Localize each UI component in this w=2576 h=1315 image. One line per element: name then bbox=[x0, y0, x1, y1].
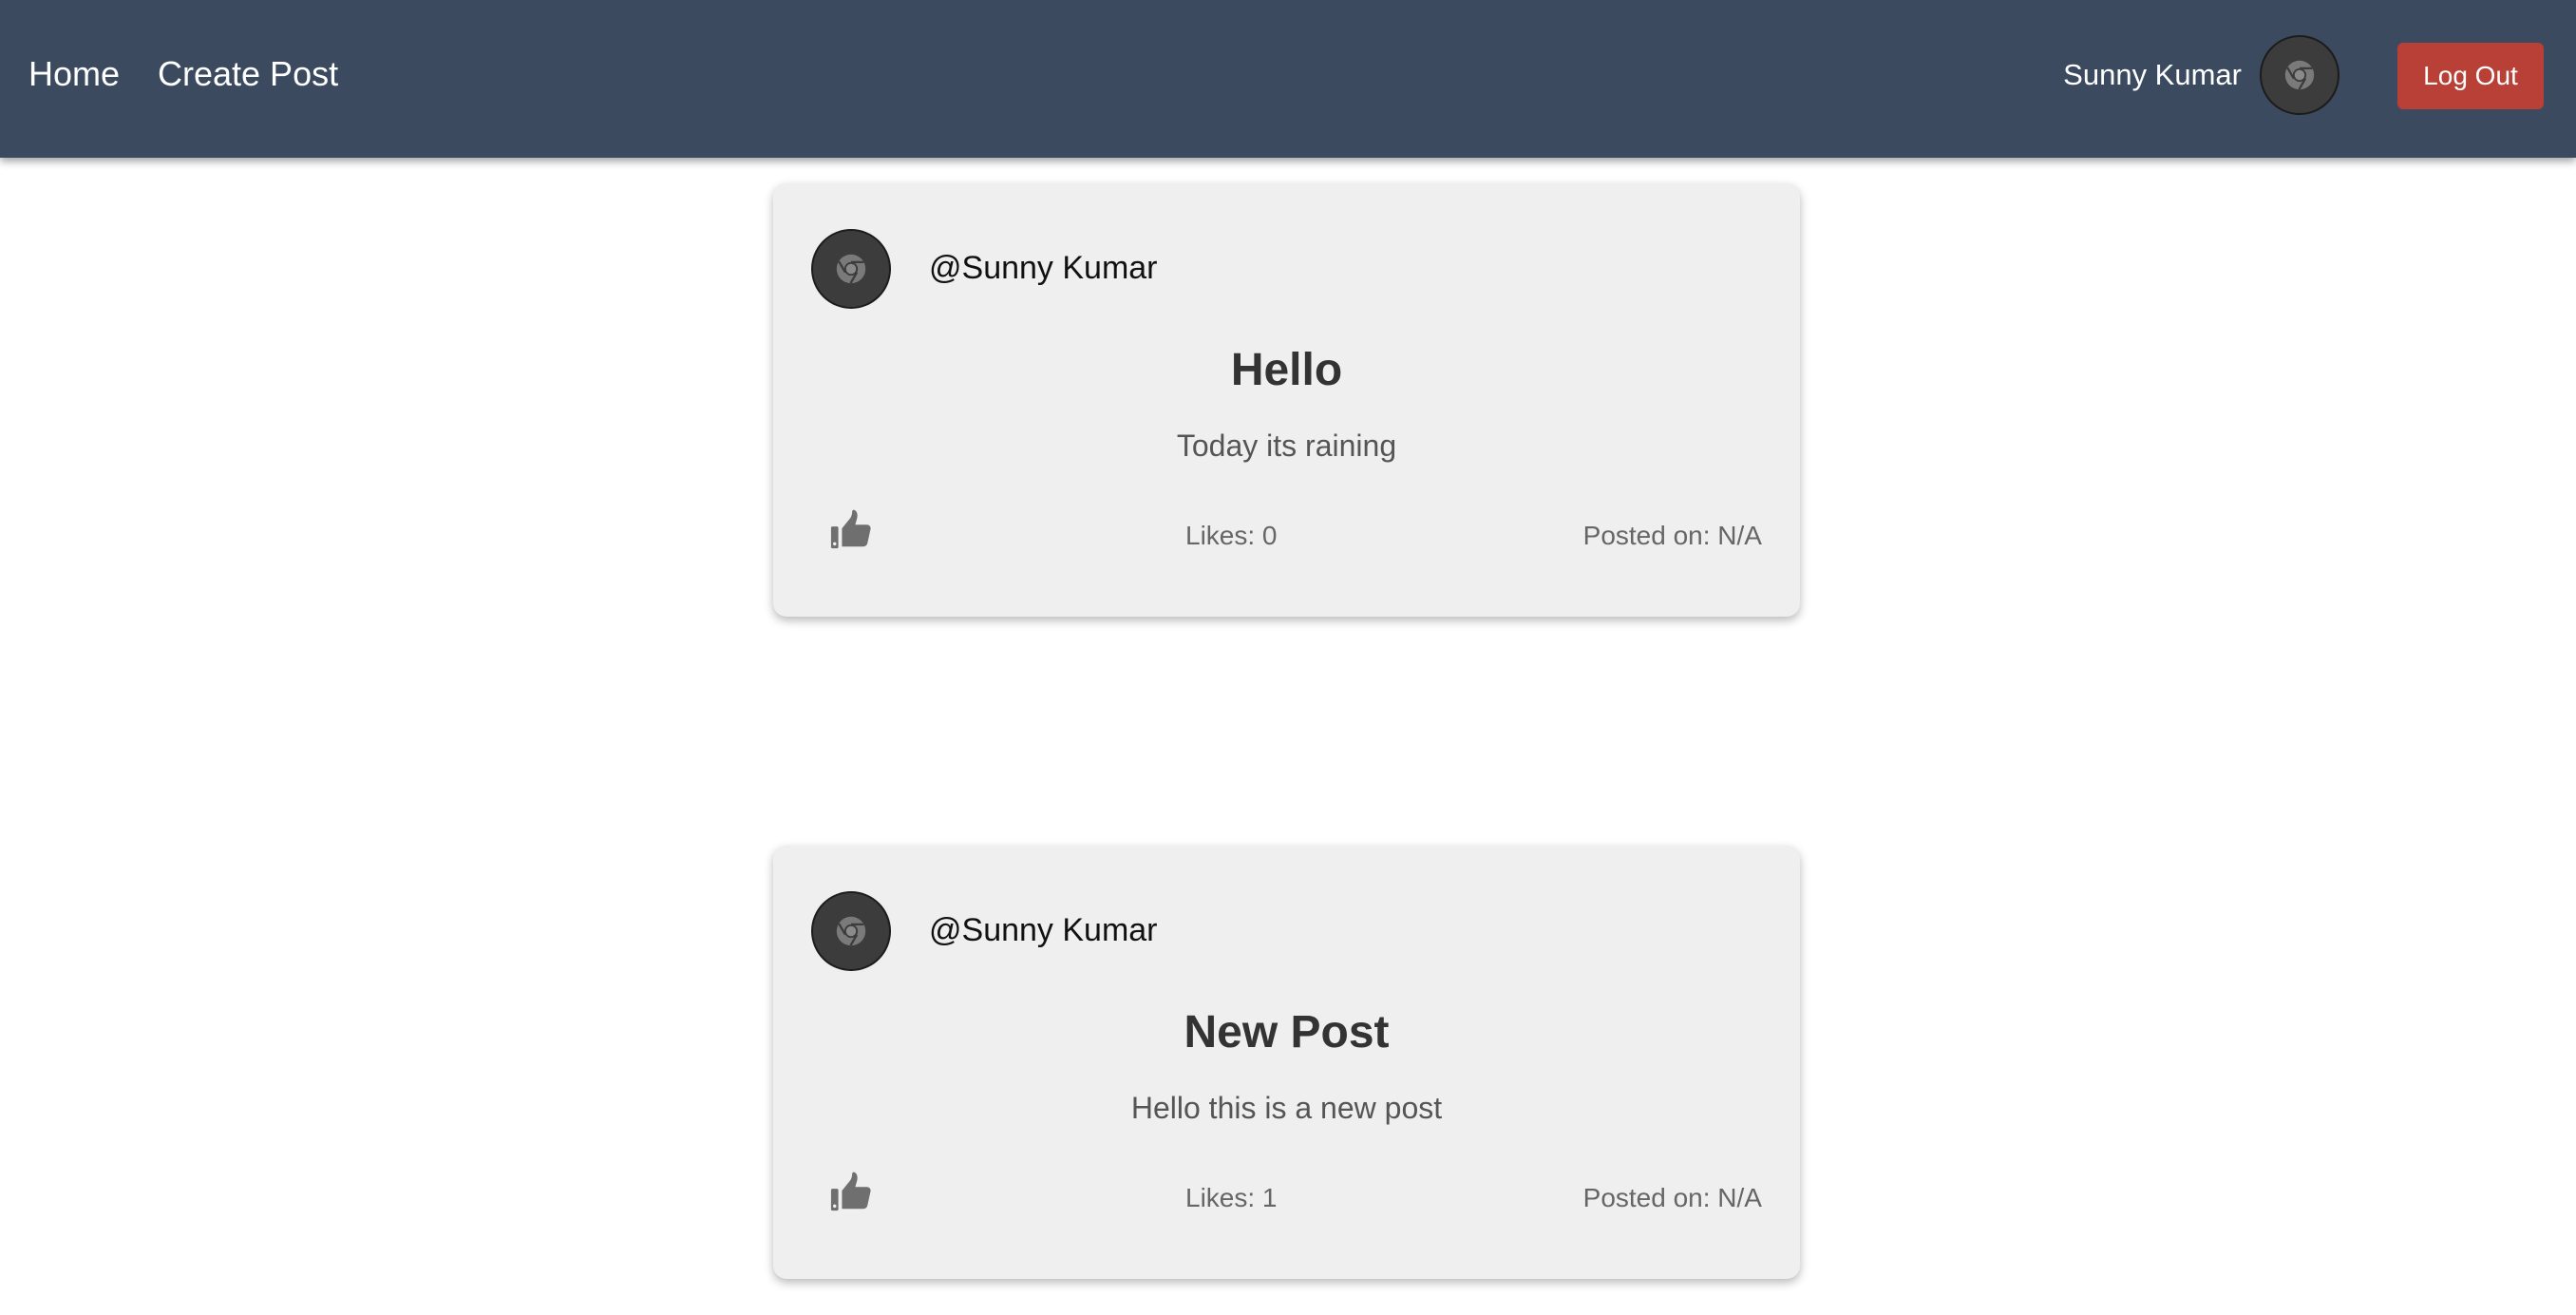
post-author: @Sunny Kumar bbox=[929, 250, 1158, 286]
logout-button[interactable]: Log Out bbox=[2397, 43, 2544, 109]
user-avatar[interactable] bbox=[2260, 35, 2339, 115]
post-body: Today its raining bbox=[1176, 429, 1397, 463]
post-date: Posted on: N/A bbox=[1582, 521, 1762, 550]
chrome-avatar-icon bbox=[836, 916, 866, 946]
post-title: Hello bbox=[1230, 345, 1343, 395]
nav-user-name: Sunny Kumar bbox=[2063, 58, 2242, 91]
thumbs-up-icon bbox=[830, 1172, 871, 1210]
post-title: New Post bbox=[1184, 1007, 1390, 1058]
nav-home-link[interactable]: Home bbox=[28, 49, 120, 99]
thumbs-up-icon bbox=[830, 509, 871, 548]
chrome-avatar-icon bbox=[836, 254, 866, 284]
post-author: @Sunny Kumar bbox=[929, 912, 1158, 948]
like-button[interactable] bbox=[826, 1169, 876, 1218]
post-author-avatar bbox=[811, 229, 891, 309]
like-button[interactable] bbox=[826, 506, 876, 556]
post-card: @Sunny Kumar New Post Hello this is a ne… bbox=[773, 846, 1800, 1279]
chrome-avatar-icon bbox=[2284, 60, 2315, 90]
post-date: Posted on: N/A bbox=[1582, 1183, 1762, 1212]
post-body: Hello this is a new post bbox=[1130, 1091, 1443, 1125]
post-likes-count: Likes: 0 bbox=[1185, 521, 1278, 550]
post-card: @Sunny Kumar Hello Today its raining Lik… bbox=[773, 183, 1800, 617]
navbar: Home Create Post Sunny Kumar Log Out bbox=[0, 0, 2576, 158]
post-likes-count: Likes: 1 bbox=[1185, 1183, 1278, 1212]
post-author-avatar bbox=[811, 891, 891, 971]
nav-create-post-link[interactable]: Create Post bbox=[158, 49, 338, 99]
